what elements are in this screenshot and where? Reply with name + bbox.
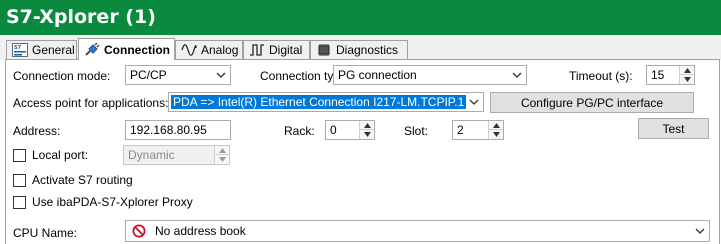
proxy-label: Use ibaPDA-S7-Xplorer Proxy (32, 195, 193, 209)
chevron-down-icon (512, 72, 522, 78)
local-port-label: Local port: (32, 148, 89, 162)
tab-label: Diagnostics (336, 43, 399, 57)
tab-general[interactable]: S7 General (6, 40, 77, 59)
timeout-value: 15 (651, 68, 665, 82)
s7-general-icon: S7 (12, 43, 28, 57)
svg-text:S7: S7 (14, 45, 22, 51)
rack-value: 0 (330, 123, 337, 137)
triangle-up-icon (492, 122, 500, 128)
connection-mode-label: Connection mode: (13, 69, 111, 83)
tab-label: Analog (201, 43, 239, 57)
triangle-down-icon (492, 132, 500, 137)
stepper-up-button[interactable] (360, 121, 374, 130)
connection-type-value: PG connection (338, 68, 417, 82)
address-input[interactable]: 192.168.80.95 (125, 120, 231, 140)
local-port-stepper[interactable]: Dynamic (123, 145, 230, 165)
tab-diagnostics[interactable]: Diagnostics (310, 40, 408, 59)
local-port-value: Dynamic (128, 148, 175, 162)
stepper-buttons (214, 146, 229, 164)
stepper-down-button[interactable] (360, 130, 374, 139)
configure-pg-pc-button[interactable]: Configure PG/PC interface (490, 92, 694, 113)
stepper-buttons (488, 121, 503, 139)
stepper-up-button[interactable] (215, 146, 229, 155)
stepper-up-button[interactable] (680, 66, 694, 75)
cpu-name-value: No address book (155, 224, 246, 238)
stepper-down-button[interactable] (489, 130, 503, 139)
s7-routing-checkbox[interactable] (13, 174, 26, 187)
slot-value: 2 (457, 123, 464, 137)
s7-routing-label: Activate S7 routing (32, 173, 133, 187)
triangle-down-icon (218, 157, 226, 162)
timeout-label: Timeout (s): (569, 69, 633, 83)
tab-connection[interactable]: Connection (78, 38, 175, 60)
chevron-down-icon (695, 228, 705, 234)
access-point-dropdown[interactable]: PDA => Intel(R) Ethernet Connection I217… (168, 92, 484, 112)
access-point-label: Access point for applications: (13, 96, 169, 110)
address-label: Address: (13, 124, 61, 138)
chevron-down-icon (216, 72, 226, 78)
triangle-up-icon (683, 67, 691, 73)
connection-mode-dropdown[interactable]: PC/CP (125, 65, 231, 85)
slot-stepper[interactable]: 2 (452, 120, 504, 140)
stepper-buttons (359, 121, 374, 139)
tab-label: Digital (269, 43, 303, 57)
square-wave-icon (250, 44, 264, 56)
connection-type-dropdown[interactable]: PG connection (333, 65, 527, 85)
cpu-name-dropdown[interactable]: No address book (125, 220, 710, 242)
stepper-down-button[interactable] (215, 155, 229, 164)
no-entry-icon (132, 224, 146, 238)
tab-label: Connection (104, 42, 170, 57)
timeout-stepper[interactable]: 15 (646, 65, 695, 85)
slot-label: Slot: (404, 124, 429, 138)
window-title: S7-Xplorer (1) (0, 0, 721, 35)
triangle-down-icon (683, 77, 691, 82)
proxy-checkbox[interactable] (13, 196, 26, 209)
tab-digital[interactable]: Digital (243, 40, 310, 59)
tab-label: General (32, 43, 75, 57)
access-point-value: PDA => Intel(R) Ethernet Connection I217… (171, 95, 467, 109)
local-port-checkbox[interactable] (13, 149, 26, 162)
address-value: 192.168.80.95 (130, 123, 207, 137)
chip-icon (318, 44, 330, 56)
rack-stepper[interactable]: 0 (325, 120, 375, 140)
triangle-down-icon (363, 132, 371, 137)
stepper-up-button[interactable] (489, 121, 503, 130)
plug-icon (85, 42, 100, 56)
sine-wave-icon (181, 44, 197, 56)
stepper-buttons (679, 66, 694, 84)
cpu-name-label: CPU Name: (13, 226, 78, 240)
triangle-up-icon (363, 122, 371, 128)
connection-panel (5, 60, 720, 244)
rack-label: Rack: (284, 124, 315, 138)
stepper-down-button[interactable] (680, 75, 694, 84)
chevron-down-icon (469, 99, 479, 105)
test-button[interactable]: Test (638, 118, 709, 139)
connection-mode-value: PC/CP (130, 68, 167, 82)
tab-analog[interactable]: Analog (175, 40, 243, 59)
triangle-up-icon (218, 147, 226, 153)
